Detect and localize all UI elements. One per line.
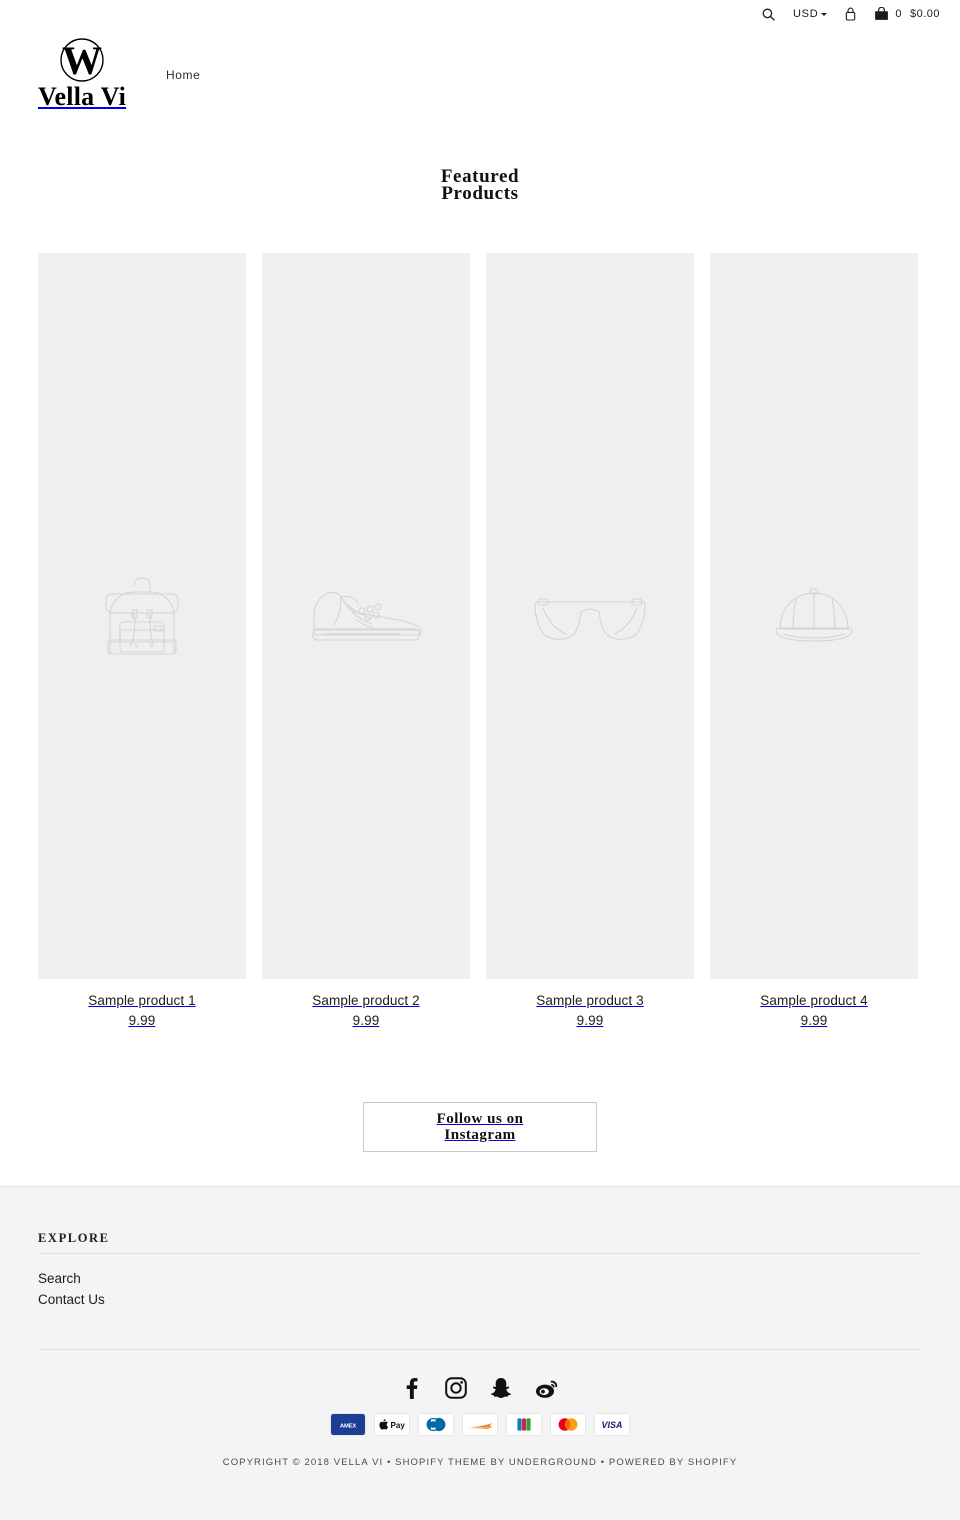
product-price: 9.99 bbox=[576, 1013, 604, 1028]
follow-instagram-line1: Follow us on bbox=[436, 1111, 524, 1127]
cart-bag-icon bbox=[875, 7, 889, 20]
site-footer: EXPLORE Search Contact Us AMEX Pay VISA … bbox=[0, 1186, 960, 1520]
instagram-icon bbox=[445, 1377, 467, 1399]
currency-label: USD bbox=[793, 8, 819, 20]
copyright-text: COPYRIGHT © 2018 VELLA VI • SHOPIFY THEM… bbox=[222, 1457, 738, 1468]
product-title: Sample product 2 bbox=[312, 993, 420, 1008]
facebook-link[interactable] bbox=[401, 1377, 421, 1399]
svg-text:Pay: Pay bbox=[391, 1421, 406, 1430]
mastercard-icon bbox=[550, 1413, 586, 1436]
product-image bbox=[710, 253, 918, 979]
instagram-link[interactable] bbox=[445, 1377, 467, 1399]
cart-total: $0.00 bbox=[909, 8, 940, 20]
main-nav: Home bbox=[166, 69, 200, 81]
social-links bbox=[0, 1377, 960, 1399]
logo-text: Vella Vi bbox=[37, 82, 127, 111]
account-button[interactable] bbox=[845, 7, 856, 21]
discover-icon bbox=[462, 1413, 498, 1436]
weibo-icon bbox=[536, 1380, 558, 1398]
chevron-down-icon bbox=[821, 13, 828, 16]
product-image bbox=[486, 253, 694, 979]
search-icon bbox=[762, 8, 775, 21]
product-price: 9.99 bbox=[352, 1013, 380, 1028]
w-in-circle-logo: W bbox=[60, 38, 104, 83]
product-card[interactable]: Sample product 3 9.99 bbox=[486, 253, 694, 1031]
site-header: W Vella Vi Home bbox=[0, 30, 960, 120]
page-title: Featured Products bbox=[0, 167, 960, 204]
snapchat-link[interactable] bbox=[491, 1377, 511, 1399]
visa-icon: VISA bbox=[594, 1413, 630, 1436]
product-image bbox=[38, 253, 246, 979]
weibo-link[interactable] bbox=[535, 1377, 559, 1399]
product-title: Sample product 3 bbox=[536, 993, 644, 1008]
list-item: Search bbox=[38, 1269, 105, 1289]
footer-link-search[interactable]: Search bbox=[38, 1271, 81, 1286]
apple-pay-icon: Pay bbox=[374, 1413, 410, 1436]
cart-button[interactable]: 0 $0.00 bbox=[874, 7, 940, 21]
list-item: Contact Us bbox=[38, 1290, 105, 1310]
product-price: 9.99 bbox=[128, 1013, 156, 1028]
eyeglasses-icon bbox=[534, 598, 646, 640]
amex-icon: AMEX bbox=[330, 1413, 366, 1436]
account-lock-icon bbox=[846, 7, 856, 21]
product-price: 9.99 bbox=[800, 1013, 828, 1028]
search-button[interactable] bbox=[762, 8, 775, 21]
footer-link-contact-us[interactable]: Contact Us bbox=[38, 1292, 105, 1307]
product-title: Sample product 1 bbox=[88, 993, 196, 1008]
svg-text:W: W bbox=[62, 38, 102, 83]
follow-instagram-button[interactable]: Follow us on Instagram bbox=[363, 1102, 597, 1152]
follow-instagram-label: Follow us on Instagram bbox=[437, 1111, 524, 1143]
product-grid: Sample product 1 9.99 Sample product 2 9… bbox=[38, 253, 922, 1031]
footer-column-heading: EXPLORE bbox=[38, 1231, 110, 1245]
backpack-icon bbox=[105, 577, 179, 655]
diners-club-icon bbox=[418, 1413, 454, 1436]
follow-instagram-line2: Instagram bbox=[444, 1127, 516, 1143]
footer-links: Search Contact Us bbox=[38, 1269, 105, 1311]
product-image bbox=[262, 253, 470, 979]
snapchat-icon bbox=[491, 1378, 511, 1398]
nav-item-home[interactable]: Home bbox=[166, 69, 200, 81]
cart-count: 0 bbox=[895, 8, 902, 20]
page-root: USD 0 $0.00 W Vella Vi Home Featured Pro… bbox=[0, 0, 960, 1520]
svg-text:AMEX: AMEX bbox=[340, 1423, 356, 1429]
facebook-icon bbox=[406, 1378, 418, 1399]
footer-divider bbox=[38, 1349, 922, 1350]
baseball-cap-icon bbox=[775, 588, 853, 642]
sneaker-icon bbox=[312, 591, 422, 641]
site-logo[interactable]: W Vella Vi bbox=[36, 34, 128, 110]
product-card[interactable]: Sample product 4 9.99 bbox=[710, 253, 918, 1031]
featured-title-line2: Products bbox=[441, 183, 519, 204]
utility-bar: USD 0 $0.00 bbox=[0, 0, 960, 28]
svg-text:VISA: VISA bbox=[602, 1420, 623, 1430]
product-title: Sample product 4 bbox=[760, 993, 868, 1008]
jcb-icon bbox=[506, 1413, 542, 1436]
product-card[interactable]: Sample product 2 9.99 bbox=[262, 253, 470, 1031]
payment-methods: AMEX Pay VISA bbox=[0, 1413, 960, 1436]
product-card[interactable]: Sample product 1 9.99 bbox=[38, 253, 246, 1031]
footer-heading-divider bbox=[38, 1253, 922, 1254]
currency-selector[interactable]: USD bbox=[793, 8, 828, 20]
